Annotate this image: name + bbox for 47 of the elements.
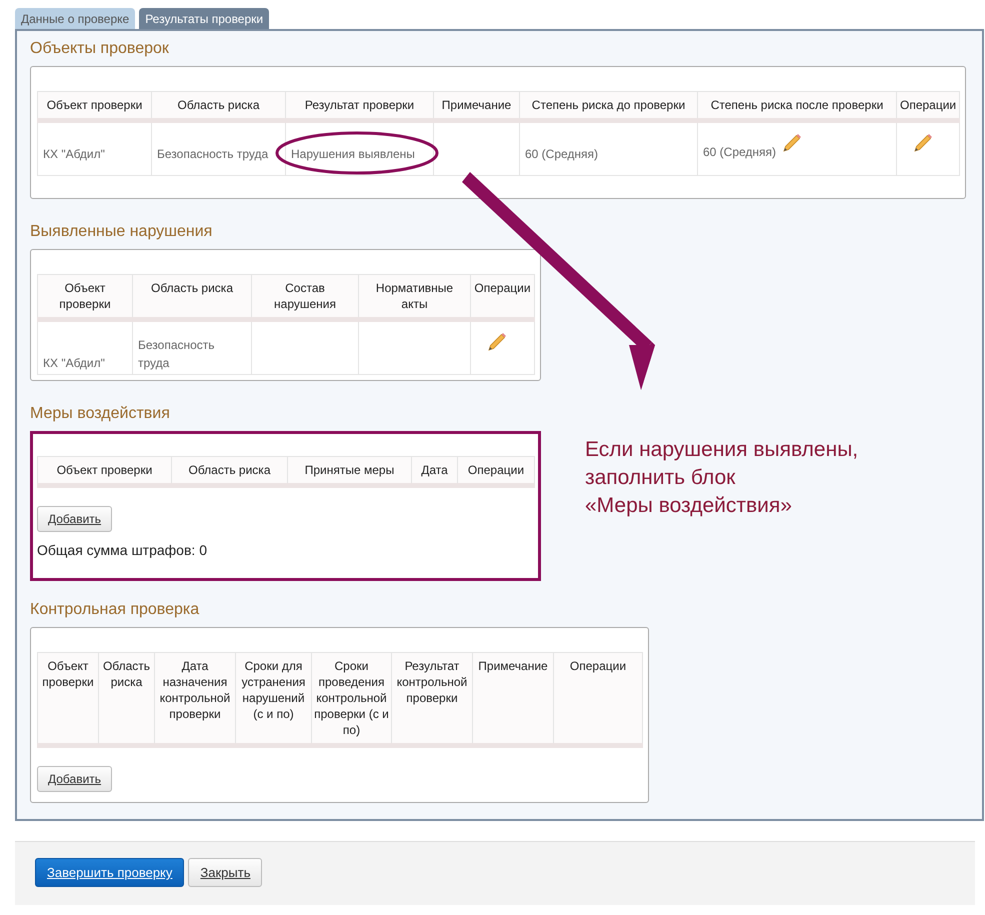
column-header: Сроки для устранения нарушений (с и по) [236,652,312,746]
column-header: Объект проверки [38,652,98,746]
table-cell: Безопасность труда [152,120,286,176]
section-title: Объекты проверок [30,40,170,58]
column-header: Дата назначения контрольной проверки [154,652,236,746]
column-header: Операции [458,456,534,486]
column-header: Дата [412,456,458,486]
table-cell: КХ "Абдил" [38,320,132,374]
column-header: Примечание [434,92,520,120]
column-header: Состав нарушения [252,274,358,320]
add-button[interactable]: Добавить [37,506,112,532]
pencil-icon[interactable] [487,332,507,352]
add-button[interactable]: Добавить [37,766,112,792]
column-header: Принятые меры [288,456,412,486]
close-button[interactable]: Закрыть [188,858,262,887]
section-title: Выявленные нарушения [30,223,214,241]
table-cell: Безопасность труда [132,320,252,374]
column-header: Объект проверки [38,274,132,320]
table-cell: 60 (Средняя) [703,145,776,159]
tab[interactable]: Данные о проверке [15,8,136,29]
column-header: Область риска [132,274,252,320]
section-title: Контрольная проверка [30,601,200,619]
annotation-text: Если нарушения выявлены, заполнить блок «Меры воздействия» [585,437,858,519]
column-header: Область риска [98,652,154,746]
column-header: Операции [470,274,534,320]
pencil-icon[interactable] [782,133,802,153]
finish-button[interactable]: Завершить проверку [35,858,184,887]
column-header: Примечание [472,652,554,746]
column-header: Объект проверки [38,92,152,120]
column-header: Область риска [152,92,286,120]
column-header: Объект проверки [38,456,172,486]
column-header: Степень риска после проверки [698,92,896,120]
table-cell: 60 (Средняя) [520,120,698,176]
column-header: Операции [554,652,642,746]
fines-total: Общая сумма штрафов: 0 [37,542,208,558]
column-header: Сроки проведения контрольной проверки (с и по) [312,652,392,746]
column-header: Степень риска до проверки [520,92,698,120]
column-header: Область риска [172,456,288,486]
tab[interactable]: Результаты проверки [139,8,270,29]
column-header: Операции [896,92,960,120]
pencil-icon[interactable] [913,133,933,153]
table-cell: КХ "Абдил" [38,120,152,176]
column-header: Результат контрольной проверки [392,652,472,746]
column-header: Нормативные акты [358,274,470,320]
column-header: Результат проверки [286,92,434,120]
section-title: Меры воздействия [30,405,171,423]
table-cell: Нарушения выявлены [286,120,434,176]
